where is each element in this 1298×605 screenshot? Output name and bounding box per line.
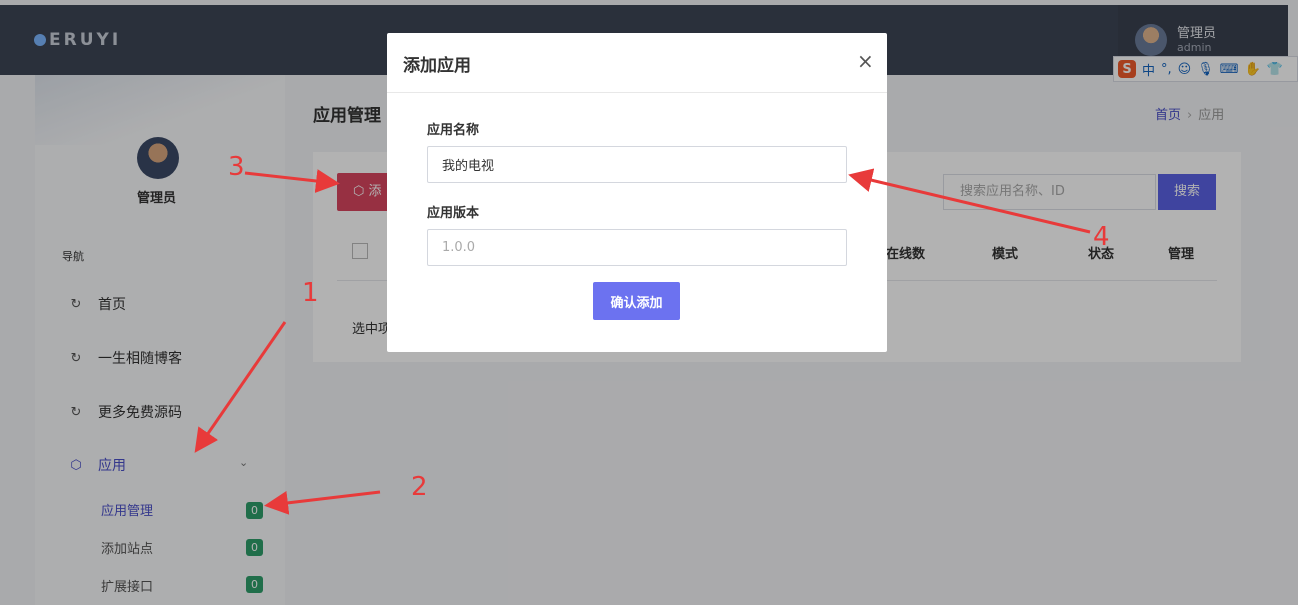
app-name-label: 应用名称	[427, 123, 480, 138]
dialog-title: 添加应用	[403, 56, 471, 76]
app-name-input[interactable]	[427, 146, 847, 183]
confirm-add-button[interactable]: 确认添加	[593, 282, 680, 320]
add-app-dialog: 添加应用 × 应用名称 应用版本 确认添加	[387, 33, 887, 352]
app-version-label: 应用版本	[427, 206, 480, 221]
annotation-label-2: 2	[411, 472, 428, 502]
annotation-label-1: 1	[302, 278, 319, 308]
annotation-label-3: 3	[228, 152, 245, 182]
divider	[387, 92, 887, 93]
app-version-input[interactable]	[427, 229, 847, 266]
close-icon[interactable]: ×	[857, 49, 874, 73]
annotation-label-4: 4	[1093, 222, 1110, 252]
